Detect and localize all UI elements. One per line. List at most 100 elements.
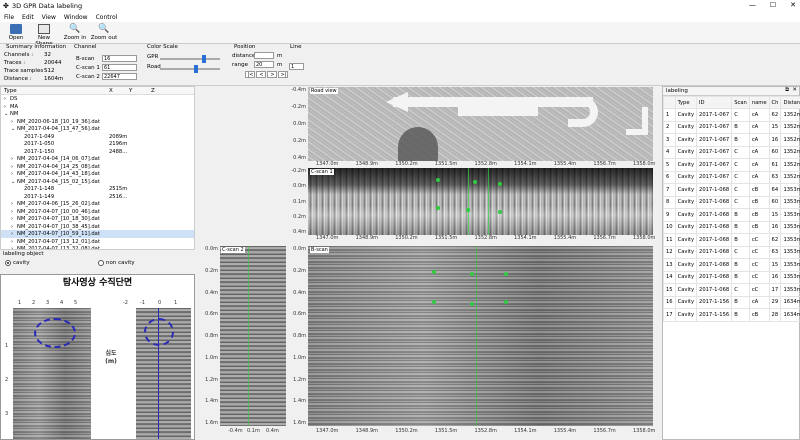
nav-prev-button[interactable]: < (256, 71, 266, 78)
labeling-column-header[interactable]: Type (674, 96, 698, 109)
chevron-right-icon[interactable]: › (11, 171, 13, 177)
labeling-table-row[interactable]: 12 Cavity 2017-1-068 CcC 63 1353m (663, 245, 800, 259)
chevron-right-icon[interactable]: › (4, 104, 6, 110)
labeling-table-row[interactable]: 7 Cavity 2017-1-068 CcB 64 1353m (663, 183, 800, 197)
labeling-table-row[interactable]: 16 Cavity 2017-1-156 BcA 29 1634m (663, 295, 800, 309)
cscan1-marker[interactable] (498, 182, 502, 186)
cscan1-input[interactable]: 61 (102, 64, 137, 71)
cscan1-marker[interactable] (466, 208, 470, 212)
bscan-marker[interactable] (504, 272, 508, 276)
chevron-right-icon[interactable]: › (11, 239, 13, 245)
tree-row[interactable]: 2017-1-150 2488... (1, 148, 194, 156)
menu-edit[interactable]: Edit (22, 14, 34, 21)
tree-row[interactable]: ⌄ NM_2017-04-04_[13_47_56].dat (1, 125, 194, 133)
tree-row[interactable]: ⌄ NM_2017-04-04_[15_02_15].dat (1, 178, 194, 186)
labeling-table-row[interactable]: 9 Cavity 2017-1-068 BcB 15 1353m (663, 208, 800, 222)
close-panel-icon[interactable]: ✕ (792, 87, 797, 93)
tree-row[interactable]: › NM_2017-04-07_[10_38_45].dat (1, 223, 194, 231)
tree-row[interactable]: › NM_2017-04-04_[14_06_07].dat (1, 155, 194, 163)
labeling-column-header[interactable]: ID (696, 96, 733, 109)
gpr-slider-thumb[interactable] (202, 55, 206, 63)
labeling-table-row[interactable]: 3 Cavity 2017-1-067 BcA 16 1352m (663, 133, 800, 147)
tree-row[interactable]: ⌄ NM (1, 110, 194, 118)
labeling-column-header[interactable]: Distance (780, 96, 800, 109)
labeling-table-row[interactable]: 2 Cavity 2017-1-067 BcA 15 1352m (663, 120, 800, 134)
close-icon[interactable]: ✕ (790, 1, 796, 9)
chevron-right-icon[interactable]: › (11, 201, 13, 207)
tree-row[interactable]: › NM_2017-04-04_[14_25_08].dat (1, 163, 194, 171)
bscan-marker[interactable] (504, 300, 508, 304)
tree-row[interactable]: › NM_2017-04-07_[13_12_01].dat (1, 238, 194, 246)
cscan1-marker[interactable] (436, 206, 440, 210)
chevron-right-icon[interactable]: › (4, 96, 6, 102)
labeling-table-row[interactable]: 15 Cavity 2017-1-068 CcC 17 1353m (663, 283, 800, 297)
minimize-icon[interactable]: — (749, 1, 756, 9)
tree-row[interactable]: › NM_2017-04-07_[10_59_11].dat (1, 230, 194, 238)
chevron-right-icon[interactable]: › (11, 231, 13, 237)
nav-last-button[interactable]: >| (278, 71, 288, 78)
tree-row[interactable]: › NM_2020-06-18_[10_19_36].dat (1, 118, 194, 126)
labeling-table-row[interactable]: 6 Cavity 2017-1-067 CcA 63 1352m (663, 170, 800, 184)
labeling-column-header[interactable] (663, 96, 676, 109)
chevron-right-icon[interactable]: › (11, 119, 13, 125)
bscan-marker[interactable] (470, 272, 474, 276)
chevron-right-icon[interactable]: › (11, 209, 13, 215)
cscan2-input[interactable]: 22647 (102, 73, 137, 80)
labeling-column-header[interactable]: name (748, 96, 770, 109)
bscan-marker[interactable] (470, 302, 474, 306)
tree-row[interactable]: 2017-1-149 2516... (1, 193, 194, 201)
zoom-out-button[interactable]: 🔍 Zoom out (90, 23, 118, 43)
tree-row[interactable]: › NM_2017-04-07_[10_00_46].dat (1, 208, 194, 216)
labeling-table-row[interactable]: 1 Cavity 2017-1-067 CcA 62 1352m (663, 108, 800, 122)
menu-control[interactable]: Control (96, 14, 118, 21)
range-input[interactable]: 20 (254, 61, 274, 68)
cavity-radio[interactable] (5, 260, 11, 266)
position-distance-input[interactable] (254, 52, 274, 59)
bscan-input[interactable]: 16 (102, 55, 137, 62)
new-shape-button[interactable]: New Shape (29, 23, 59, 47)
tree-row[interactable]: 2017-1-050 2196m (1, 140, 194, 148)
chevron-down-icon[interactable]: ⌄ (11, 179, 15, 185)
menu-view[interactable]: View (42, 14, 56, 21)
bscan-marker[interactable] (432, 270, 436, 274)
labeling-column-header[interactable]: Ch (768, 96, 782, 109)
road-slider[interactable] (160, 65, 220, 73)
maximize-icon[interactable]: ☐ (770, 1, 776, 9)
tree-row[interactable]: 2017-1-049 2089m (1, 133, 194, 141)
menu-window[interactable]: Window (64, 14, 88, 21)
zoom-in-button[interactable]: 🔍 Zoom in (62, 23, 88, 43)
cscan1-marker[interactable] (498, 210, 502, 214)
labeling-table-row[interactable]: 8 Cavity 2017-1-068 CcB 60 1353m (663, 195, 800, 209)
labeling-table-row[interactable]: 10 Cavity 2017-1-068 BcB 16 1353m (663, 220, 800, 234)
labeling-table-row[interactable]: 11 Cavity 2017-1-068 BcC 62 1353m (663, 233, 800, 247)
labeling-table-row[interactable]: 13 Cavity 2017-1-068 BcC 15 1353m (663, 258, 800, 272)
menu-file[interactable]: File (4, 14, 14, 21)
chevron-right-icon[interactable]: › (11, 216, 13, 222)
cscan1-marker[interactable] (473, 180, 477, 184)
nav-next-button[interactable]: > (267, 71, 277, 78)
chevron-right-icon[interactable]: › (11, 164, 13, 170)
bscan-marker[interactable] (432, 300, 436, 304)
gpr-slider[interactable] (160, 55, 220, 63)
non-cavity-radio[interactable] (98, 260, 104, 266)
float-icon[interactable]: ⧉ (785, 87, 789, 94)
chevron-right-icon[interactable]: › (11, 156, 13, 162)
line-select[interactable]: 1 (289, 63, 304, 70)
cscan1-marker[interactable] (436, 178, 440, 182)
tree-row[interactable]: 2017-1-148 2515m (1, 185, 194, 193)
tree-row[interactable]: › DS (1, 95, 194, 103)
nav-first-button[interactable]: |< (245, 71, 255, 78)
tree-row[interactable]: › MA (1, 103, 194, 111)
chevron-right-icon[interactable]: › (11, 224, 13, 230)
tree-row[interactable]: › NM_2017-04-07_[10_18_30].dat (1, 215, 194, 223)
road-slider-thumb[interactable] (193, 65, 198, 73)
labeling-table-row[interactable]: 17 Cavity 2017-1-156 BcB 28 1634m (663, 308, 800, 322)
tree-row[interactable]: › NM_2017-04-04_[14_43_18].dat (1, 170, 194, 178)
chevron-down-icon[interactable]: ⌄ (4, 111, 8, 117)
labeling-column-header[interactable]: Scan (731, 96, 750, 109)
chevron-down-icon[interactable]: ⌄ (11, 126, 15, 132)
open-button[interactable]: Open (3, 23, 29, 43)
tree-row[interactable]: › NM_2017-04-06_[15_26_02].dat (1, 200, 194, 208)
labeling-table-row[interactable]: 4 Cavity 2017-1-067 CcA 60 1352m (663, 145, 800, 159)
labeling-table-row[interactable]: 5 Cavity 2017-1-067 CcA 61 1352m (663, 158, 800, 172)
